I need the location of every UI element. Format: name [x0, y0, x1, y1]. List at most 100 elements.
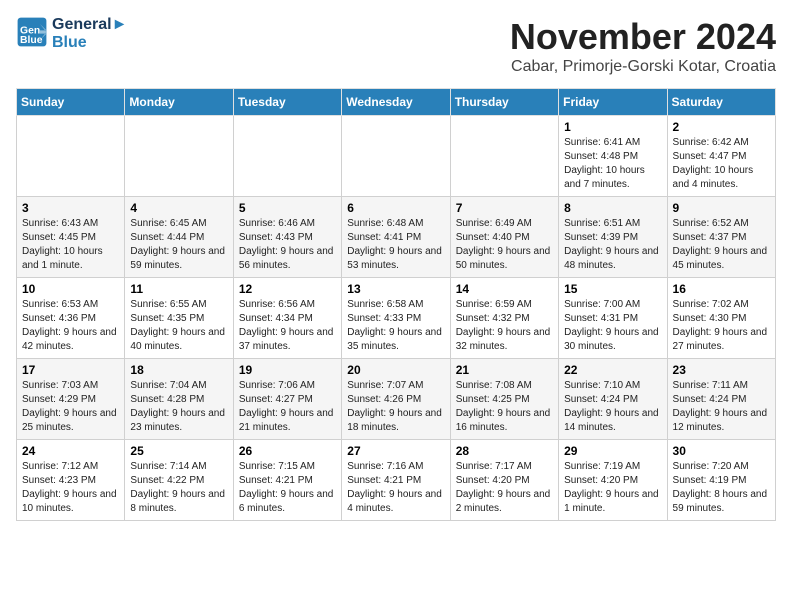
- day-number: 21: [456, 363, 553, 377]
- calendar-cell: 26Sunrise: 7:15 AMSunset: 4:21 PMDayligh…: [233, 440, 341, 521]
- day-info: Sunrise: 6:41 AMSunset: 4:48 PMDaylight:…: [564, 136, 661, 192]
- calendar-cell: 23Sunrise: 7:11 AMSunset: 4:24 PMDayligh…: [667, 359, 775, 440]
- day-number: 24: [22, 444, 119, 458]
- calendar-cell: 5Sunrise: 6:46 AMSunset: 4:43 PMDaylight…: [233, 197, 341, 278]
- calendar-cell: 30 Sunrise: 7:20 AMSunset: 4:19 PMDayligh…: [667, 440, 775, 521]
- calendar-cell: 27 Sunrise: 7:16 AMSunset: 4:21 PMDayligh…: [342, 440, 450, 521]
- day-number: 1: [564, 120, 661, 134]
- calendar-cell: 24 Sunrise: 7:12 AMSunset: 4:23 PMDayligh…: [17, 440, 125, 521]
- calendar-cell: 13Sunrise: 6:58 AMSunset: 4:33 PMDayligh…: [342, 278, 450, 359]
- day-info: Sunrise: 7:20 AMSunset: 4:19 PMDaylight:…: [673, 460, 770, 516]
- day-info: Sunrise: 7:11 AMSunset: 4:24 PMDaylight:…: [673, 379, 770, 435]
- calendar-cell: 8Sunrise: 6:51 AMSunset: 4:39 PMDaylight…: [559, 197, 667, 278]
- day-number: 22: [564, 363, 661, 377]
- day-info: Sunrise: 7:12 AMSunset: 4:23 PMDaylight:…: [22, 460, 119, 516]
- day-number: 2: [673, 120, 770, 134]
- day-number: 10: [22, 282, 119, 296]
- day-info: Sunrise: 7:02 AMSunset: 4:30 PMDaylight:…: [673, 298, 770, 354]
- day-number: 9: [673, 201, 770, 215]
- svg-text:Blue: Blue: [20, 35, 43, 46]
- logo-icon: Gen Blue: [16, 16, 48, 48]
- day-info: Sunrise: 6:56 AMSunset: 4:34 PMDaylight:…: [239, 298, 336, 354]
- calendar-cell: 17 Sunrise: 7:03 AMSunset: 4:29 PMDayligh…: [17, 359, 125, 440]
- day-info: Sunrise: 6:52 AMSunset: 4:37 PMDaylight:…: [673, 217, 770, 273]
- calendar-cell: 16 Sunrise: 7:02 AMSunset: 4:30 PMDayligh…: [667, 278, 775, 359]
- calendar-cell: [233, 116, 341, 197]
- calendar-cell: 28 Sunrise: 7:17 AMSunset: 4:20 PMDayligh…: [450, 440, 558, 521]
- day-number: 27: [347, 444, 444, 458]
- day-info: Sunrise: 6:53 AMSunset: 4:36 PMDaylight:…: [22, 298, 119, 354]
- day-info: Sunrise: 7:00 AMSunset: 4:31 PMDaylight:…: [564, 298, 661, 354]
- day-info: Sunrise: 7:06 AMSunset: 4:27 PMDaylight:…: [239, 379, 336, 435]
- weekday-header-tuesday: Tuesday: [233, 89, 341, 116]
- day-number: 16: [673, 282, 770, 296]
- day-info: Sunrise: 6:48 AMSunset: 4:41 PMDaylight:…: [347, 217, 444, 273]
- calendar-cell: [17, 116, 125, 197]
- day-number: 4: [130, 201, 227, 215]
- day-number: 29: [564, 444, 661, 458]
- day-info: Sunrise: 6:59 AMSunset: 4:32 PMDaylight:…: [456, 298, 553, 354]
- day-number: 19: [239, 363, 336, 377]
- calendar-cell: 6 Sunrise: 6:48 AMSunset: 4:41 PMDaylight…: [342, 197, 450, 278]
- title-section: November 2024 Cabar, Primorje-Gorski Kot…: [510, 16, 776, 76]
- calendar-cell: 3 Sunrise: 6:43 AMSunset: 4:45 PMDaylight…: [17, 197, 125, 278]
- calendar-cell: 21 Sunrise: 7:08 AMSunset: 4:25 PMDayligh…: [450, 359, 558, 440]
- calendar-cell: 19 Sunrise: 7:06 AMSunset: 4:27 PMDayligh…: [233, 359, 341, 440]
- calendar-cell: 22Sunrise: 7:10 AMSunset: 4:24 PMDayligh…: [559, 359, 667, 440]
- weekday-header-monday: Monday: [125, 89, 233, 116]
- day-number: 5: [239, 201, 336, 215]
- day-number: 17: [22, 363, 119, 377]
- day-number: 26: [239, 444, 336, 458]
- calendar-cell: 25 Sunrise: 7:14 AMSunset: 4:22 PMDayligh…: [125, 440, 233, 521]
- day-number: 8: [564, 201, 661, 215]
- calendar-cell: 4 Sunrise: 6:45 AMSunset: 4:44 PMDaylight…: [125, 197, 233, 278]
- calendar-cell: 20 Sunrise: 7:07 AMSunset: 4:26 PMDayligh…: [342, 359, 450, 440]
- day-info: Sunrise: 7:19 AMSunset: 4:20 PMDaylight:…: [564, 460, 661, 516]
- day-info: Sunrise: 7:08 AMSunset: 4:25 PMDaylight:…: [456, 379, 553, 435]
- day-number: 30: [673, 444, 770, 458]
- calendar-cell: 7 Sunrise: 6:49 AMSunset: 4:40 PMDaylight…: [450, 197, 558, 278]
- month-title: November 2024: [510, 16, 776, 58]
- calendar-week-row: 3 Sunrise: 6:43 AMSunset: 4:45 PMDaylight…: [17, 197, 776, 278]
- weekday-header-friday: Friday: [559, 89, 667, 116]
- day-info: Sunrise: 6:58 AMSunset: 4:33 PMDaylight:…: [347, 298, 444, 354]
- weekday-header-thursday: Thursday: [450, 89, 558, 116]
- calendar-cell: 29 Sunrise: 7:19 AMSunset: 4:20 PMDayligh…: [559, 440, 667, 521]
- day-number: 25: [130, 444, 227, 458]
- day-info: Sunrise: 7:16 AMSunset: 4:21 PMDaylight:…: [347, 460, 444, 516]
- day-number: 3: [22, 201, 119, 215]
- calendar-cell: 15 Sunrise: 7:00 AMSunset: 4:31 PMDayligh…: [559, 278, 667, 359]
- day-number: 28: [456, 444, 553, 458]
- day-info: Sunrise: 7:03 AMSunset: 4:29 PMDaylight:…: [22, 379, 119, 435]
- calendar-cell: 1 Sunrise: 6:41 AMSunset: 4:48 PMDaylight…: [559, 116, 667, 197]
- day-number: 18: [130, 363, 227, 377]
- day-info: Sunrise: 7:04 AMSunset: 4:28 PMDaylight:…: [130, 379, 227, 435]
- day-number: 6: [347, 201, 444, 215]
- day-info: Sunrise: 6:42 AMSunset: 4:47 PMDaylight:…: [673, 136, 770, 192]
- location-title: Cabar, Primorje-Gorski Kotar, Croatia: [510, 58, 776, 76]
- top-row: Gen Blue General► Blue November 2024 Cab…: [16, 16, 776, 80]
- day-info: Sunrise: 7:14 AMSunset: 4:22 PMDaylight:…: [130, 460, 227, 516]
- calendar-cell: 9 Sunrise: 6:52 AMSunset: 4:37 PMDaylight…: [667, 197, 775, 278]
- day-info: Sunrise: 7:17 AMSunset: 4:20 PMDaylight:…: [456, 460, 553, 516]
- calendar-week-row: 17 Sunrise: 7:03 AMSunset: 4:29 PMDayligh…: [17, 359, 776, 440]
- calendar-cell: 10 Sunrise: 6:53 AMSunset: 4:36 PMDayligh…: [17, 278, 125, 359]
- day-number: 20: [347, 363, 444, 377]
- logo-general: General►: [52, 16, 127, 34]
- calendar-header-row: SundayMondayTuesdayWednesdayThursdayFrid…: [17, 89, 776, 116]
- calendar-table: SundayMondayTuesdayWednesdayThursdayFrid…: [16, 88, 776, 521]
- calendar-cell: 11Sunrise: 6:55 AMSunset: 4:35 PMDayligh…: [125, 278, 233, 359]
- calendar-cell: 14 Sunrise: 6:59 AMSunset: 4:32 PMDayligh…: [450, 278, 558, 359]
- calendar-cell: 12Sunrise: 6:56 AMSunset: 4:34 PMDayligh…: [233, 278, 341, 359]
- day-info: Sunrise: 6:55 AMSunset: 4:35 PMDaylight:…: [130, 298, 227, 354]
- logo: Gen Blue General► Blue: [16, 16, 127, 52]
- day-number: 7: [456, 201, 553, 215]
- day-number: 14: [456, 282, 553, 296]
- day-info: Sunrise: 6:49 AMSunset: 4:40 PMDaylight:…: [456, 217, 553, 273]
- day-info: Sunrise: 6:45 AMSunset: 4:44 PMDaylight:…: [130, 217, 227, 273]
- weekday-header-saturday: Saturday: [667, 89, 775, 116]
- day-info: Sunrise: 6:43 AMSunset: 4:45 PMDaylight:…: [22, 217, 119, 273]
- day-info: Sunrise: 7:07 AMSunset: 4:26 PMDaylight:…: [347, 379, 444, 435]
- day-number: 15: [564, 282, 661, 296]
- calendar-cell: 2 Sunrise: 6:42 AMSunset: 4:47 PMDaylight…: [667, 116, 775, 197]
